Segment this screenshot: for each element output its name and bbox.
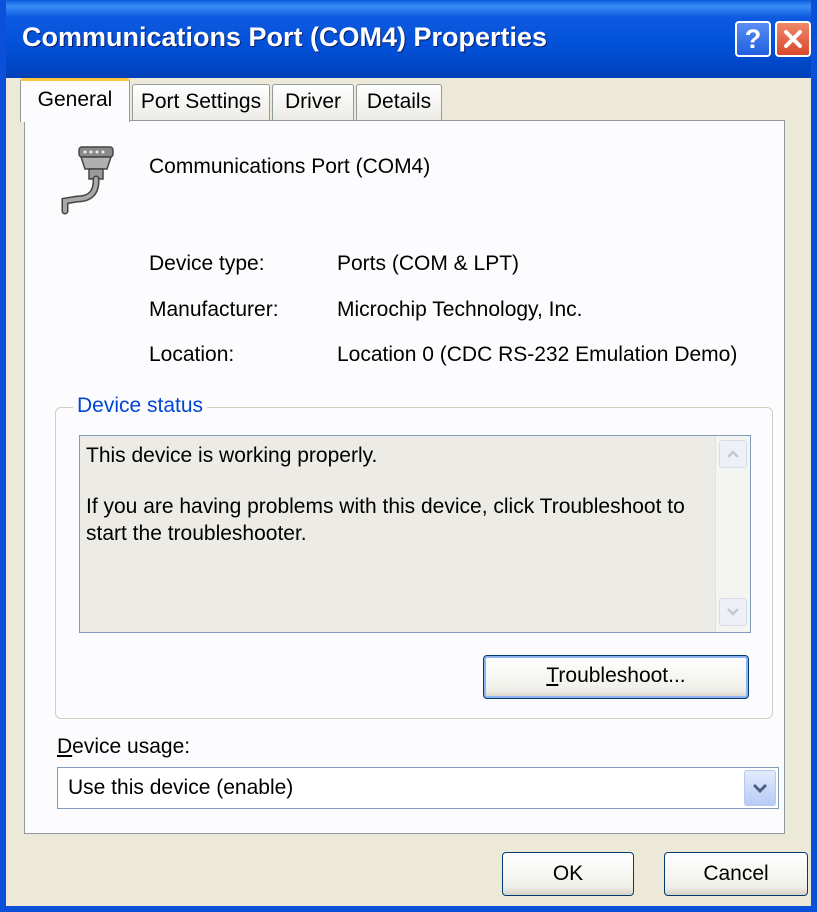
location-value: Location 0 (CDC RS-232 Emulation Demo) bbox=[337, 343, 738, 366]
manufacturer-value: Microchip Technology, Inc. bbox=[337, 298, 583, 321]
troubleshoot-mnemonic: T bbox=[546, 664, 559, 687]
device-type-value: Ports (COM & LPT) bbox=[337, 252, 520, 275]
troubleshoot-label: roubleshoot... bbox=[558, 664, 686, 687]
device-status-textbox[interactable]: This device is working properly. If you … bbox=[79, 435, 751, 633]
vertical-scrollbar[interactable] bbox=[715, 436, 750, 632]
chevron-down-icon bbox=[727, 608, 739, 616]
device-usage-select[interactable]: Use this device (enable) bbox=[57, 767, 779, 809]
device-type-label: Device type: bbox=[149, 252, 265, 275]
location-label: Location: bbox=[149, 343, 235, 366]
close-button[interactable] bbox=[775, 21, 811, 57]
properties-dialog: Communications Port (COM4) Properties ? … bbox=[0, 0, 817, 912]
tab-details-label: Details bbox=[366, 90, 432, 113]
manufacturer-label: Manufacturer: bbox=[149, 298, 279, 321]
tab-port-settings[interactable]: Port Settings bbox=[132, 84, 270, 120]
title-bar[interactable]: Communications Port (COM4) Properties ? bbox=[6, 0, 811, 78]
device-usage-mnemonic: D bbox=[57, 735, 73, 758]
troubleshoot-button[interactable]: Troubleshoot... bbox=[483, 655, 749, 699]
tab-details[interactable]: Details bbox=[356, 84, 442, 120]
tab-general[interactable]: General bbox=[20, 78, 130, 122]
tab-general-label: General bbox=[37, 88, 113, 111]
serial-port-icon bbox=[61, 146, 114, 215]
scroll-up-button[interactable] bbox=[719, 440, 747, 468]
status-message: This device is working properly. bbox=[86, 444, 378, 467]
window-title: Communications Port (COM4) Properties bbox=[22, 22, 548, 52]
chevron-up-icon bbox=[727, 450, 739, 458]
general-tab-panel: Communications Port (COM4) Device type: … bbox=[24, 120, 785, 834]
tab-driver-label: Driver bbox=[285, 90, 341, 113]
scroll-down-button[interactable] bbox=[719, 598, 747, 626]
device-usage-value: Use this device (enable) bbox=[68, 776, 294, 799]
device-usage-label: Device usage: bbox=[57, 735, 190, 759]
tab-port-settings-label: Port Settings bbox=[140, 90, 262, 113]
cancel-button[interactable]: Cancel bbox=[664, 852, 808, 896]
help-button[interactable]: ? bbox=[735, 21, 771, 57]
help-icon: ? bbox=[744, 23, 762, 54]
device-status-label: Device status bbox=[73, 394, 208, 418]
status-text: This device is working properly. If you … bbox=[86, 442, 706, 547]
tab-driver[interactable]: Driver bbox=[272, 84, 354, 120]
device-usage-label-text: evice usage: bbox=[72, 735, 191, 758]
troubleshoot-hint: If you are having problems with this dev… bbox=[86, 495, 685, 545]
device-name: Communications Port (COM4) bbox=[149, 155, 431, 178]
close-icon bbox=[784, 30, 802, 48]
chevron-down-icon bbox=[752, 783, 768, 794]
ok-button[interactable]: OK bbox=[502, 852, 634, 896]
device-usage-dropdown-button[interactable] bbox=[744, 770, 776, 806]
